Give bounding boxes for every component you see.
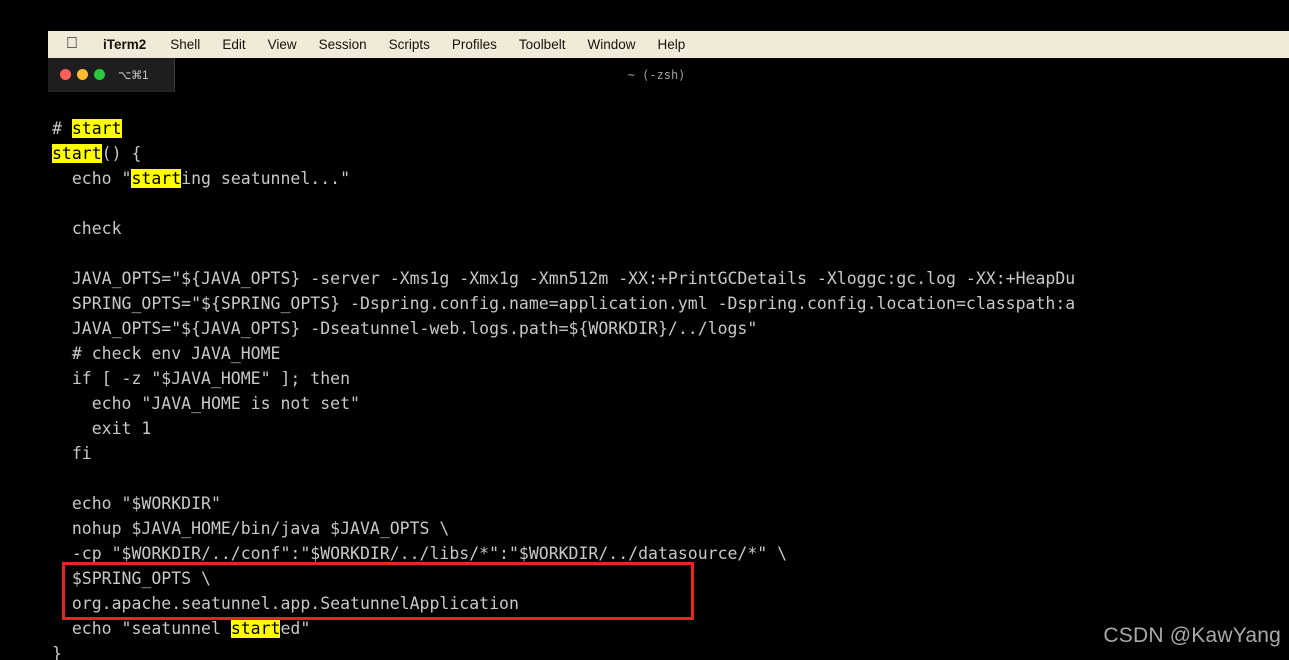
watermark-label: CSDN @KawYang xyxy=(1103,624,1281,647)
menu-edit[interactable]: Edit xyxy=(211,31,256,58)
close-button[interactable] xyxy=(60,69,71,80)
terminal-text: check xyxy=(52,219,122,238)
terminal-text: # xyxy=(52,119,72,138)
terminal-text-content: # start start() { echo "starting seatunne… xyxy=(48,116,1289,660)
terminal-line: # check env JAVA_HOME xyxy=(52,341,1289,366)
terminal-text: echo " xyxy=(52,169,132,188)
tab-shortcut-label: ⌥⌘1 xyxy=(118,69,149,82)
search-highlight: start xyxy=(71,119,122,138)
terminal-line: echo "$WORKDIR" xyxy=(52,491,1289,516)
terminal-text: JAVA_OPTS="${JAVA_OPTS} -server -Xms1g -… xyxy=(52,269,1076,288)
terminal-text: org.apache.seatunnel.app.SeatunnelApplic… xyxy=(52,594,519,613)
macos-menu-bar: iTerm2ShellEditViewSessionScriptsProfil… xyxy=(48,31,1289,58)
apple-menu[interactable]:  xyxy=(60,30,90,57)
terminal-line: check xyxy=(52,216,1289,241)
terminal-text: () { xyxy=(101,144,142,163)
terminal-text: echo "seatunnel xyxy=(52,619,231,638)
search-highlight: start xyxy=(131,169,182,188)
menu-profiles[interactable]: Profiles xyxy=(441,31,508,58)
menu-scripts[interactable]: Scripts xyxy=(378,31,441,58)
terminal-line: -cp "$WORKDIR/../conf":"$WORKDIR/../libs… xyxy=(52,541,1289,566)
terminal-line: start() { xyxy=(52,141,1289,166)
menu-shell[interactable]: Shell xyxy=(159,31,211,58)
terminal-line: fi xyxy=(52,441,1289,466)
menu-help[interactable]: Help xyxy=(646,31,696,58)
terminal-text: exit 1 xyxy=(52,419,152,438)
menu-iterm2[interactable]: iTerm2 xyxy=(90,31,159,58)
terminal-text: SPRING_OPTS="${SPRING_OPTS} -Dspring.con… xyxy=(52,294,1076,313)
terminal-line: if [ -z "$JAVA_HOME" ]; then xyxy=(52,366,1289,391)
terminal-line: echo "starting seatunnel..." xyxy=(52,166,1289,191)
terminal-body[interactable]: # start start() { echo "starting seatunne… xyxy=(48,92,1289,660)
search-highlight: start xyxy=(230,619,281,638)
terminal-tab[interactable]: ⌥⌘1 xyxy=(48,58,175,92)
terminal-text: if [ -z "$JAVA_HOME" ]; then xyxy=(52,369,351,388)
terminal-text: echo "JAVA_HOME is not set" xyxy=(52,394,360,413)
terminal-line: org.apache.seatunnel.app.SeatunnelApplic… xyxy=(52,591,1289,616)
terminal-text: ed" xyxy=(280,619,311,638)
menu-session[interactable]: Session xyxy=(308,31,378,58)
terminal-line: exit 1 xyxy=(52,416,1289,441)
window-title-bar: ~ (-zsh) ⌥⌘1 xyxy=(48,58,1289,92)
terminal-text: $SPRING_OPTS \ xyxy=(52,569,211,588)
iterm2-window: ~ (-zsh) ⌥⌘1 # start start() { echo "star… xyxy=(48,58,1289,660)
terminal-line: JAVA_OPTS="${JAVA_OPTS} -server -Xms1g -… xyxy=(52,266,1289,291)
menu-view[interactable]: View xyxy=(257,31,308,58)
terminal-line: nohup $JAVA_HOME/bin/java $JAVA_OPTS \ xyxy=(52,516,1289,541)
screen-root: iTerm2ShellEditViewSessionScriptsProfil… xyxy=(0,0,1289,660)
zoom-button[interactable] xyxy=(94,69,105,80)
window-title: ~ (-zsh) xyxy=(627,68,686,82)
terminal-line: # start xyxy=(52,116,1289,141)
terminal-text: # check env JAVA_HOME xyxy=(52,344,281,363)
desktop-background-left xyxy=(0,0,48,660)
terminal-text: echo "$WORKDIR" xyxy=(52,494,221,513)
terminal-text: } xyxy=(52,644,62,660)
terminal-line: echo "JAVA_HOME is not set" xyxy=(52,391,1289,416)
terminal-line: SPRING_OPTS="${SPRING_OPTS} -Dspring.con… xyxy=(52,291,1289,316)
menu-window[interactable]: Window xyxy=(576,31,646,58)
terminal-line: $SPRING_OPTS \ xyxy=(52,566,1289,591)
terminal-text: fi xyxy=(52,444,92,463)
desktop-background-top xyxy=(0,0,1289,31)
minimize-button[interactable] xyxy=(77,69,88,80)
terminal-text: JAVA_OPTS="${JAVA_OPTS} -Dseatunnel-web.… xyxy=(52,319,758,338)
terminal-line: JAVA_OPTS="${JAVA_OPTS} -Dseatunnel-web.… xyxy=(52,316,1289,341)
terminal-text: nohup $JAVA_HOME/bin/java $JAVA_OPTS \ xyxy=(52,519,450,538)
terminal-text: ing seatunnel..." xyxy=(181,169,351,188)
menu-toolbelt[interactable]: Toolbelt xyxy=(508,31,577,58)
terminal-text: -cp "$WORKDIR/../conf":"$WORKDIR/../libs… xyxy=(52,544,788,563)
search-highlight: start xyxy=(52,144,102,163)
